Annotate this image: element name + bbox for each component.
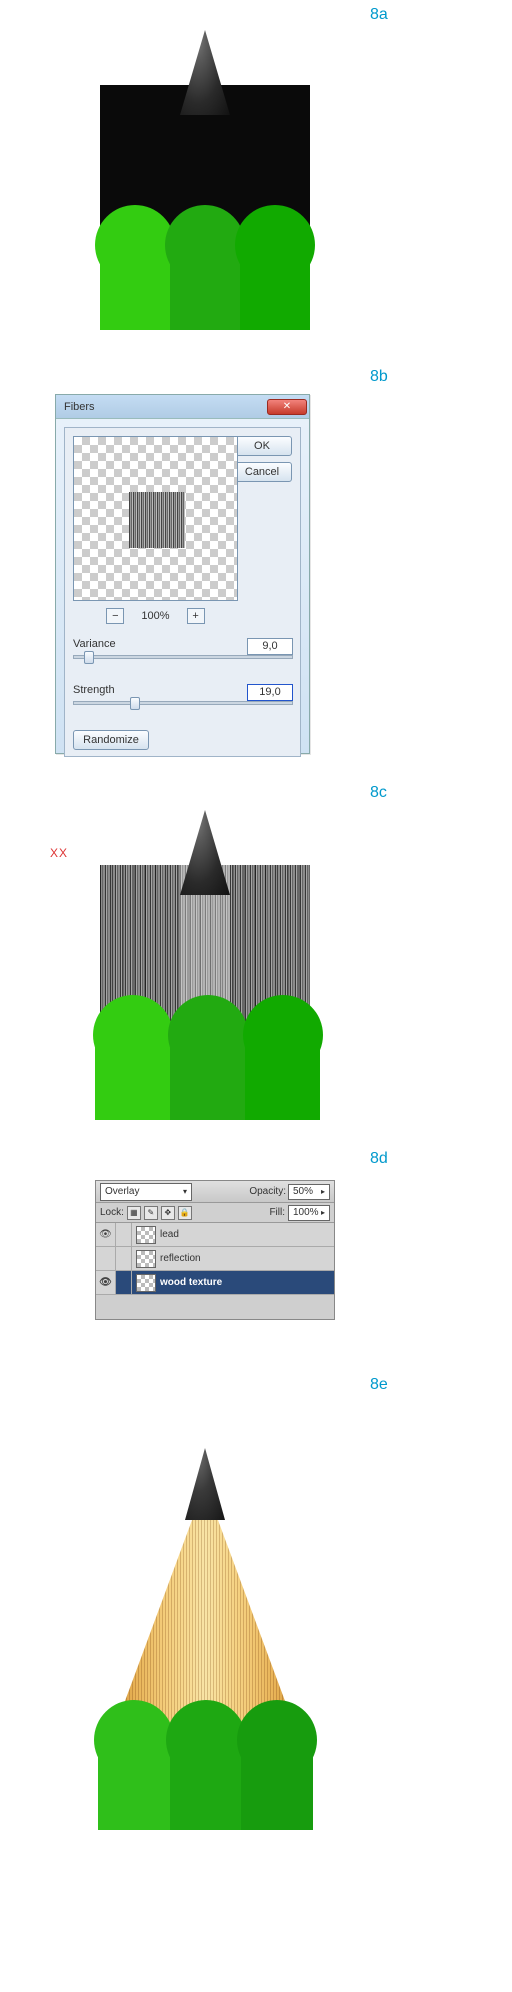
- lock-transparent-icon[interactable]: ▦: [127, 1206, 141, 1220]
- randomize-button[interactable]: Randomize: [73, 730, 149, 750]
- eye-icon[interactable]: [96, 1247, 116, 1270]
- layer-name: reflection: [160, 1253, 201, 1264]
- scallop-mid: [170, 235, 240, 330]
- step-label-8e: 8e: [370, 1376, 388, 1394]
- fill-label: Fill:: [269, 1207, 285, 1218]
- close-icon: ✕: [283, 401, 291, 412]
- layers-panel: Overlay ▾ Opacity: 50% ▸ Lock: ▦ ✎ ✥ 🔒 F…: [95, 1180, 335, 1320]
- lock-brush-icon[interactable]: ✎: [144, 1206, 158, 1220]
- fibers-dialog: Fibers ✕ OK Cancel − 100% + Variance 9,0: [55, 394, 310, 754]
- variance-group: Variance 9,0: [73, 638, 293, 659]
- pencil-lead: [185, 1448, 225, 1520]
- scallop-left: [100, 235, 170, 330]
- strength-knob[interactable]: [130, 697, 140, 710]
- fill-value: 100%: [293, 1206, 319, 1220]
- layers-top-row: Overlay ▾ Opacity: 50% ▸: [96, 1181, 334, 1203]
- variance-input[interactable]: 9,0: [247, 638, 293, 655]
- zoom-row: − 100% +: [73, 608, 238, 624]
- layer-thumb: [136, 1274, 156, 1292]
- layer-thumb: [136, 1226, 156, 1244]
- figure-8e: [100, 1430, 310, 1830]
- fiber-preview: [129, 492, 185, 548]
- fill-input[interactable]: 100% ▸: [288, 1205, 330, 1221]
- marker-xx: XX: [50, 846, 68, 860]
- layer-row[interactable]: 👁 wood texture: [96, 1271, 334, 1295]
- dialog-title: Fibers: [64, 401, 95, 413]
- step-label-8b: 8b: [370, 368, 388, 386]
- scallop-mid: [170, 1025, 245, 1120]
- scallop-left: [98, 1730, 170, 1830]
- eye-icon[interactable]: 👁: [96, 1271, 116, 1294]
- fill-caret-icon: ▸: [321, 1206, 325, 1220]
- dialog-titlebar[interactable]: Fibers ✕: [56, 395, 309, 419]
- lock-move-icon[interactable]: ✥: [161, 1206, 175, 1220]
- step-label-8c: 8c: [370, 784, 387, 802]
- link-col[interactable]: [116, 1223, 132, 1246]
- dialog-panel: OK Cancel − 100% + Variance 9,0 Strength: [64, 427, 301, 757]
- layer-thumb: [136, 1250, 156, 1268]
- strength-label: Strength: [73, 684, 115, 696]
- scallop-right: [245, 1025, 320, 1120]
- opacity-label: Opacity:: [249, 1186, 286, 1197]
- eye-icon[interactable]: 👁: [96, 1223, 116, 1246]
- scallop-right: [240, 235, 310, 330]
- pencil-lead-cone: [180, 810, 230, 895]
- lock-label: Lock:: [100, 1207, 124, 1218]
- preview-frame: [73, 436, 238, 601]
- zoom-out-button[interactable]: −: [106, 608, 124, 624]
- link-col[interactable]: [116, 1271, 132, 1294]
- pencil-scallops: [95, 1025, 320, 1120]
- opacity-input[interactable]: 50% ▸: [288, 1184, 330, 1200]
- figure-8c: [100, 810, 310, 1110]
- scallop-right: [241, 1730, 313, 1830]
- ok-button[interactable]: OK: [232, 436, 292, 456]
- step-label-8d: 8d: [370, 1150, 388, 1168]
- link-col[interactable]: [116, 1247, 132, 1270]
- opacity-caret-icon: ▸: [321, 1185, 325, 1199]
- lock-all-icon[interactable]: 🔒: [178, 1206, 192, 1220]
- step-label-8a: 8a: [370, 6, 388, 24]
- pencil-scallops: [98, 1730, 313, 1830]
- variance-slider[interactable]: [73, 655, 293, 659]
- scallop-mid: [170, 1730, 242, 1830]
- pencil-lead-cone: [180, 30, 230, 115]
- layer-row[interactable]: 👁 lead: [96, 1223, 334, 1247]
- layer-name: lead: [160, 1229, 179, 1240]
- chevron-down-icon: ▾: [183, 1187, 187, 1196]
- layer-row[interactable]: reflection: [96, 1247, 334, 1271]
- strength-group: Strength 19,0: [73, 684, 293, 705]
- variance-knob[interactable]: [84, 651, 94, 664]
- zoom-value: 100%: [141, 610, 169, 622]
- layers-lock-row: Lock: ▦ ✎ ✥ 🔒 Fill: 100% ▸: [96, 1203, 334, 1223]
- opacity-value: 50%: [293, 1185, 313, 1199]
- variance-label: Variance: [73, 638, 116, 650]
- strength-slider[interactable]: [73, 701, 293, 705]
- scallop-left: [95, 1025, 170, 1120]
- layer-name: wood texture: [160, 1277, 222, 1288]
- strength-input[interactable]: 19,0: [247, 684, 293, 701]
- blend-mode-select[interactable]: Overlay ▾: [100, 1183, 192, 1201]
- figure-8a: [100, 30, 310, 330]
- blend-mode-value: Overlay: [105, 1186, 139, 1197]
- pencil-scallops: [100, 235, 310, 330]
- zoom-in-button[interactable]: +: [187, 608, 205, 624]
- close-button[interactable]: ✕: [267, 399, 307, 415]
- cancel-button[interactable]: Cancel: [232, 462, 292, 482]
